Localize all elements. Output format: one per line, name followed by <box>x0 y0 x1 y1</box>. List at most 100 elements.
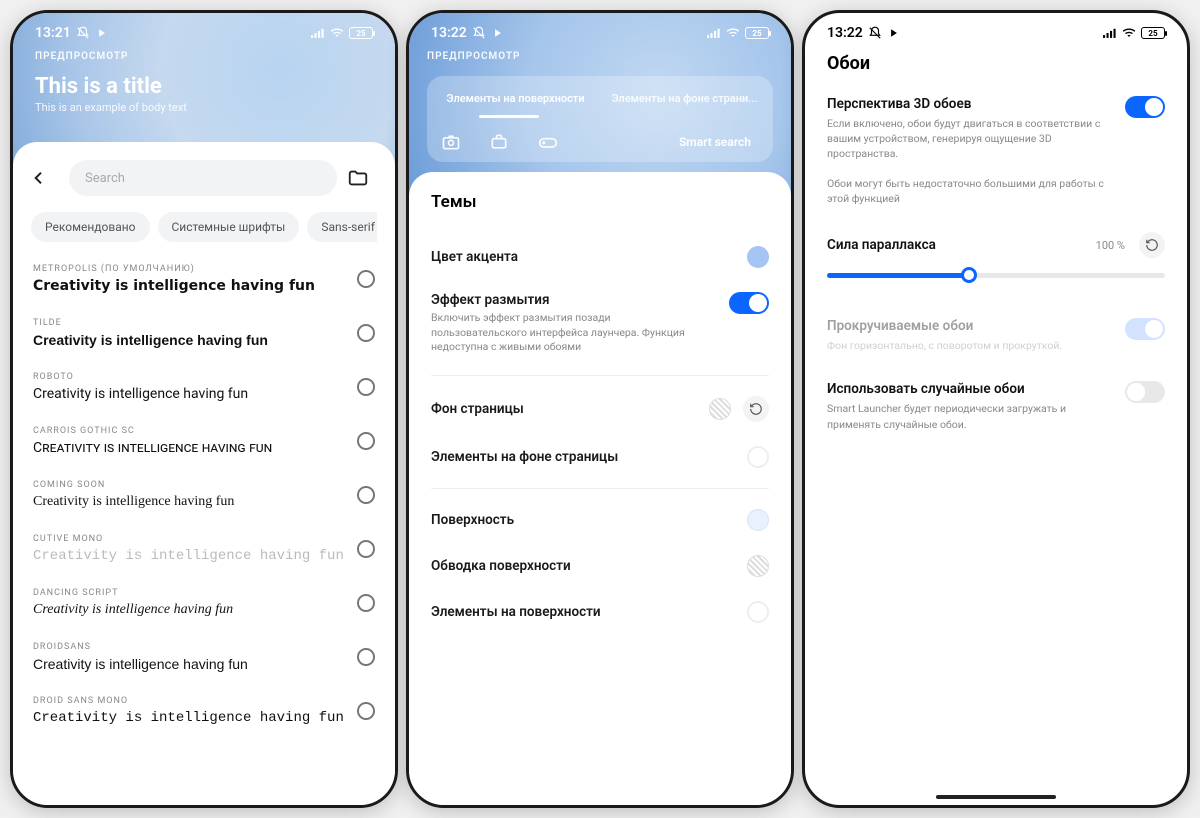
perspective-note: Обои могут быть недостаточно большими дл… <box>827 176 1107 206</box>
font-sample: Creativity is intelligence having fun <box>33 602 233 618</box>
surface-label: Поверхность <box>431 512 514 528</box>
dnd-icon <box>76 26 90 40</box>
gamepad-icon[interactable] <box>537 132 559 152</box>
font-name: CARROIS GOTHIC SC <box>33 426 272 436</box>
parallax-reset-button[interactable] <box>1139 232 1165 258</box>
font-name: DANCING SCRIPT <box>33 588 233 598</box>
font-row[interactable]: DROIDSANSCreativity is intelligence havi… <box>31 632 377 686</box>
surface-stroke-label: Обводка поверхности <box>431 558 571 574</box>
font-row[interactable]: DANCING SCRIPT Creativity is intelligence… <box>31 578 377 632</box>
status-bar: 13:22 25 <box>409 13 791 45</box>
smart-search-label[interactable]: Smart search <box>679 135 759 149</box>
preview-header: ПРЕДПРОСМОТР This is a title This is an … <box>13 45 395 114</box>
battery-icon: 25 <box>1141 27 1165 39</box>
font-name: COMING SOON <box>33 480 234 490</box>
phone-themes: 13:22 25 ПРЕДПРОСМОТР Элементы на поверх… <box>406 10 794 808</box>
row-surface-stroke[interactable]: Обводка поверхности <box>431 543 769 589</box>
perspective-desc: Если включено, обои будут двигаться в со… <box>827 116 1107 162</box>
preview-label: ПРЕДПРОСМОТР <box>427 51 773 62</box>
chip-sans[interactable]: Sans-serif <box>307 212 377 242</box>
page-els-swatch <box>747 446 769 468</box>
preview-card: Элементы на поверхности Элементы на фоне… <box>427 76 773 162</box>
font-sample: Creativity is intelligence having fun <box>33 548 344 564</box>
filter-chips: Рекомендовано Системные шрифты Sans-seri… <box>31 212 377 242</box>
wifi-icon <box>330 26 344 40</box>
font-sample: Creativity is intelligence having fun <box>33 386 248 402</box>
dnd-icon <box>472 26 486 40</box>
page-title: Обои <box>827 53 1165 74</box>
row-page-bg[interactable]: Фон страницы <box>431 384 769 434</box>
row-3d-perspective[interactable]: Перспектива 3D обоев Если включено, обои… <box>827 96 1165 206</box>
blur-desc: Включить эффект размытия позади пользова… <box>431 311 691 355</box>
phone-fonts: 13:21 25 ПРЕДПРОСМОТР This is a title Th… <box>10 10 398 808</box>
parallax-label: Сила параллакса <box>827 237 936 253</box>
font-row[interactable]: METROPOLIS (ПО УМОЛЧАНИЮ) Creativity is i… <box>31 254 377 308</box>
font-name: METROPOLIS (ПО УМОЛЧАНИЮ) <box>33 264 315 274</box>
font-radio[interactable] <box>357 702 375 720</box>
blur-toggle[interactable] <box>729 292 769 314</box>
font-list[interactable]: METROPOLIS (ПО УМОЛЧАНИЮ) Creativity is i… <box>31 254 377 740</box>
preview-body: This is an example of body text <box>35 101 373 114</box>
accent-label: Цвет акцента <box>431 249 518 265</box>
font-name: DROID SANS MONO <box>33 696 344 706</box>
font-row[interactable]: DROID SANS MONOCreativity is intelligenc… <box>31 686 377 740</box>
tab-page-elements[interactable]: Элементы на фоне страни... <box>602 84 767 113</box>
font-row[interactable]: CARROIS GOTHIC SCCreativity is intellige… <box>31 416 377 470</box>
font-name: TILDE <box>33 318 268 328</box>
font-name: ROBOTO <box>33 372 248 382</box>
font-row[interactable]: COMING SOONCreativity is intelligence ha… <box>31 470 377 524</box>
folder-button[interactable] <box>347 167 377 189</box>
status-bar: 13:22 25 <box>805 13 1187 45</box>
font-row[interactable]: ROBOTO Creativity is intelligence having … <box>31 362 377 416</box>
back-button[interactable] <box>31 170 59 186</box>
status-bar: 13:21 25 <box>13 13 395 45</box>
font-radio[interactable] <box>357 270 375 288</box>
parallax-value: 100 % <box>1096 239 1125 252</box>
perspective-toggle[interactable] <box>1125 96 1165 118</box>
page-bg-label: Фон страницы <box>431 401 524 417</box>
row-surface-elements[interactable]: Элементы на поверхности <box>431 589 769 635</box>
search-input[interactable]: Search <box>69 160 337 196</box>
font-sample: Creativity is intelligence having fun <box>33 656 248 672</box>
font-row[interactable]: CUTIVE MONOCreativity is intelligence ha… <box>31 524 377 578</box>
font-radio[interactable] <box>357 648 375 666</box>
perspective-label: Перспектива 3D обоев <box>827 96 1107 112</box>
font-sample: Creativity is intelligence having fun <box>33 278 315 294</box>
preview-label: ПРЕДПРОСМОТР <box>35 51 373 62</box>
wallpaper-settings: Перспектива 3D обоев Если включено, обои… <box>805 74 1187 442</box>
chip-system[interactable]: Системные шрифты <box>158 212 300 242</box>
status-time: 13:21 <box>35 25 71 41</box>
font-radio[interactable] <box>357 540 375 558</box>
wifi-icon <box>1122 26 1136 40</box>
random-toggle[interactable] <box>1125 381 1165 403</box>
row-accent-color[interactable]: Цвет акцента <box>431 234 769 280</box>
status-time: 13:22 <box>827 25 863 41</box>
blur-label: Эффект размытия <box>431 292 691 308</box>
search-placeholder: Search <box>85 171 125 186</box>
signal-icon <box>311 26 325 40</box>
play-icon <box>887 26 901 40</box>
parallax-slider[interactable] <box>827 266 1165 284</box>
font-radio[interactable] <box>357 432 375 450</box>
row-blur[interactable]: Эффект размытия Включить эффект размытия… <box>431 280 769 376</box>
reset-button[interactable] <box>743 396 769 422</box>
wifi-icon <box>726 26 740 40</box>
briefcase-icon[interactable] <box>489 132 509 152</box>
row-surface[interactable]: Поверхность <box>431 497 769 543</box>
random-label: Использовать случайные обои <box>827 381 1107 397</box>
row-random-wallpaper[interactable]: Использовать случайные обои Smart Launch… <box>827 381 1165 431</box>
chip-recommended[interactable]: Рекомендовано <box>31 212 150 242</box>
font-row[interactable]: TILDECreativity is intelligence having f… <box>31 308 377 362</box>
tab-surface-elements[interactable]: Элементы на поверхности <box>433 84 598 113</box>
preview-title: This is a title <box>35 74 373 99</box>
font-radio[interactable] <box>357 324 375 342</box>
font-sheet: Search Рекомендовано Системные шрифты Sa… <box>13 142 395 805</box>
surface-swatch <box>747 509 769 531</box>
font-radio[interactable] <box>357 486 375 504</box>
font-radio[interactable] <box>357 594 375 612</box>
font-radio[interactable] <box>357 378 375 396</box>
camera-icon[interactable] <box>441 132 461 152</box>
row-page-elements[interactable]: Элементы на фоне страницы <box>431 434 769 489</box>
home-indicator[interactable] <box>936 795 1056 799</box>
surface-stroke-swatch <box>747 555 769 577</box>
